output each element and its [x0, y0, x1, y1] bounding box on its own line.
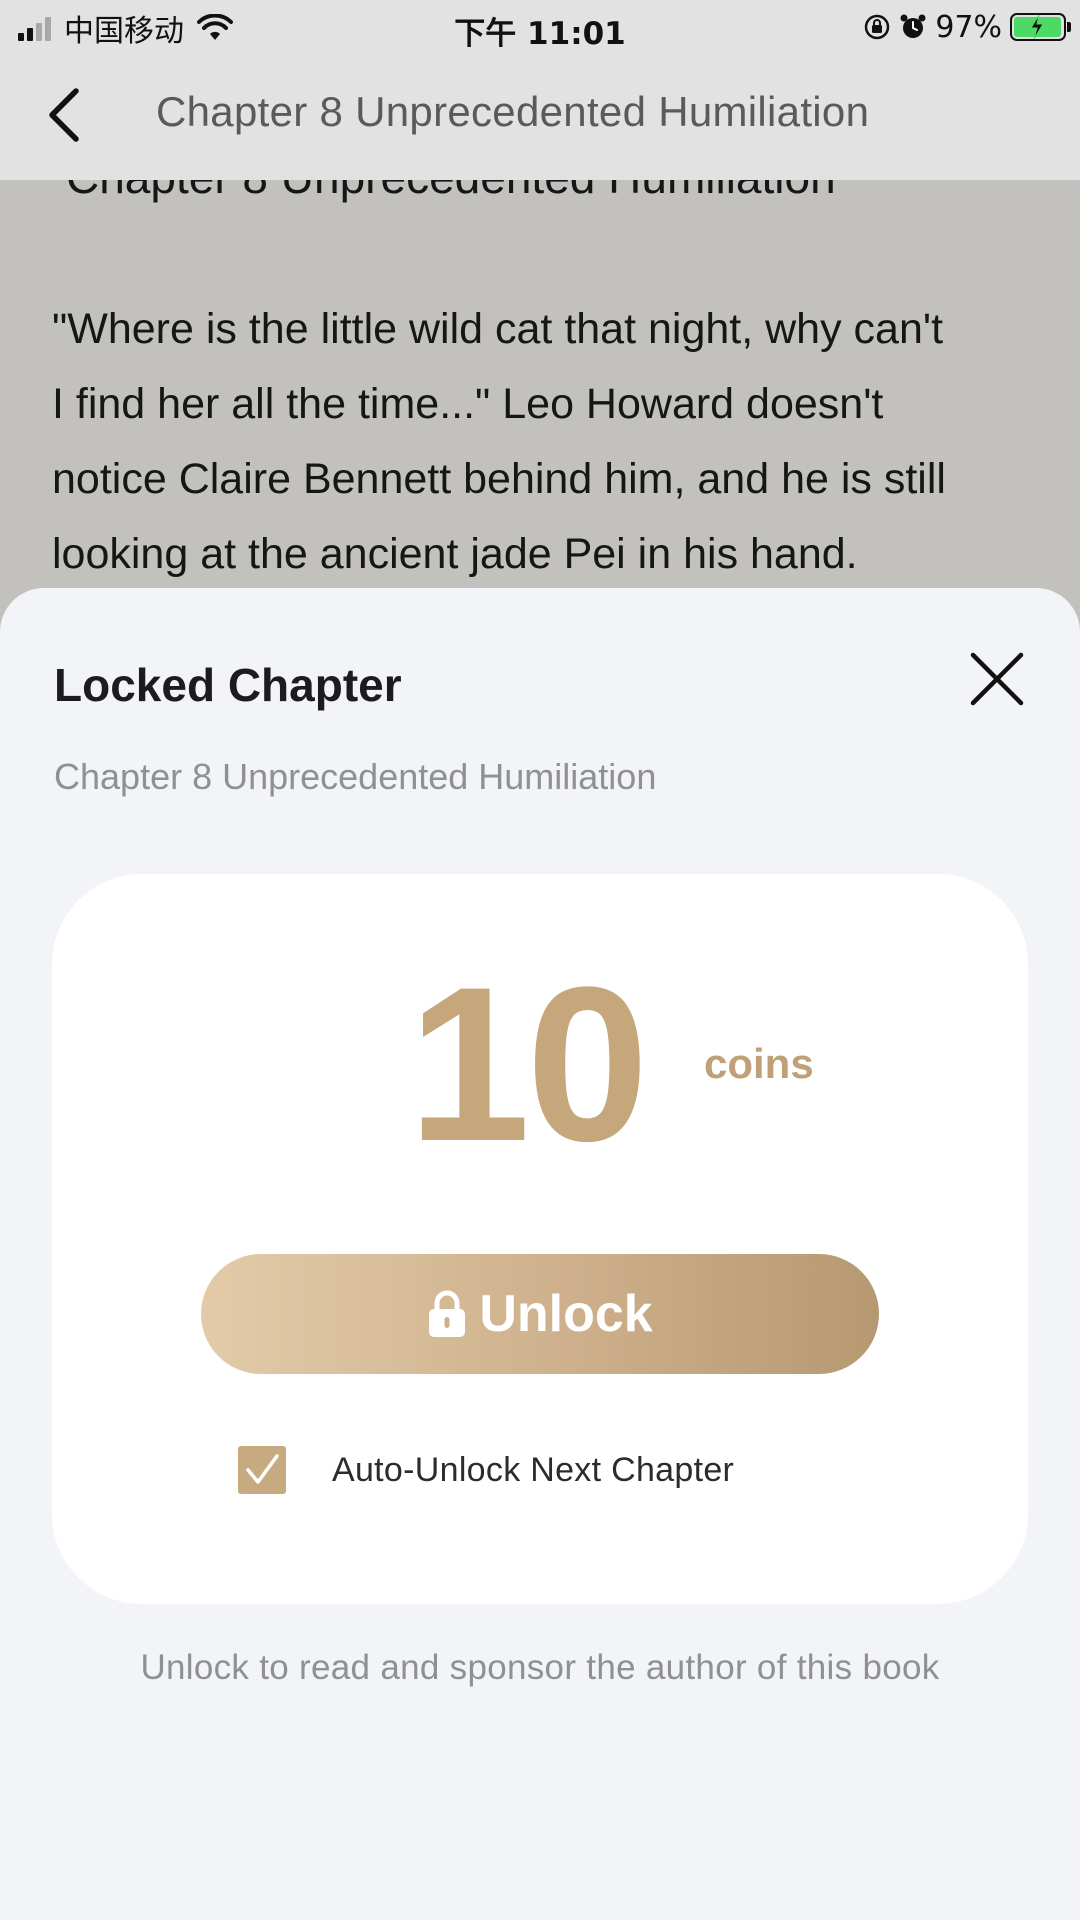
- close-icon: [970, 652, 1024, 706]
- auto-unlock-row: Auto-Unlock Next Chapter: [238, 1446, 734, 1494]
- reader-content: Chapter 8 Unprecedented Humiliation "Whe…: [0, 180, 1080, 590]
- orientation-lock-icon: [863, 13, 891, 41]
- price-amount: 10: [408, 941, 649, 1187]
- chapter-heading: Chapter 8 Unprecedented Humiliation: [66, 180, 836, 204]
- price-row: 10 coins: [52, 954, 1028, 1178]
- unlock-label: Unlock: [479, 1285, 653, 1343]
- back-button[interactable]: [44, 80, 104, 150]
- price-card: 10 coins Unlock Auto-Unlock Next Chapter: [52, 874, 1028, 1604]
- text-line: notice Claire Bennett behind him, and he…: [52, 455, 946, 503]
- chevron-left-icon: [49, 88, 79, 142]
- chapter-text: "Where is the little wild cat that night…: [52, 292, 1052, 590]
- nav-bar: Chapter 8 Unprecedented Humiliation: [0, 54, 1080, 180]
- auto-unlock-checkbox[interactable]: [238, 1446, 286, 1494]
- battery-icon: [1010, 13, 1071, 41]
- checkmark-icon: [246, 1454, 279, 1484]
- close-button[interactable]: [962, 644, 1032, 714]
- text-line: I find her all the time..." Leo Howard d…: [52, 380, 884, 428]
- chapter-subtitle: Chapter 8 Unprecedented Humiliation: [54, 756, 657, 797]
- status-bar: 中国移动 下午 11:01 97%: [0, 0, 1080, 54]
- sheet-title: Locked Chapter: [54, 659, 402, 711]
- text-line: looking at the ancient jade Pei in his h…: [52, 530, 858, 578]
- battery-percent: 97%: [935, 9, 1002, 45]
- sponsor-note: Unlock to read and sponsor the author of…: [140, 1648, 940, 1687]
- auto-unlock-label[interactable]: Auto-Unlock Next Chapter: [332, 1451, 734, 1490]
- charging-bolt-icon: [1030, 14, 1044, 40]
- lock-icon: [427, 1290, 467, 1338]
- locked-chapter-sheet: Locked Chapter Chapter 8 Unprecedented H…: [0, 588, 1080, 1920]
- alarm-icon: [899, 13, 927, 41]
- text-line: "Where is the little wild cat that night…: [52, 305, 944, 353]
- status-right: 97%: [863, 9, 1071, 45]
- nav-title: Chapter 8 Unprecedented Humiliation: [156, 88, 870, 135]
- unlock-button[interactable]: Unlock: [201, 1254, 879, 1374]
- price-unit: coins: [704, 1040, 814, 1087]
